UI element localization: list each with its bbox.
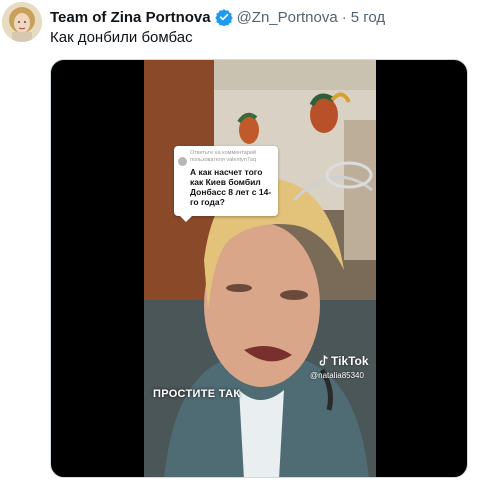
reply-card-tail — [180, 216, 192, 222]
commenter-avatar — [178, 157, 187, 166]
video-caption: ПРОСТИТЕ ТАК — [153, 388, 241, 400]
tiktok-watermark: TikTok — [318, 354, 369, 368]
reply-card: Ответьте на комментарий пользователя val… — [174, 146, 278, 222]
tiktok-logo-icon — [318, 355, 329, 367]
video-frame: Ответьте на комментарий пользователя val… — [144, 60, 376, 477]
reply-meta: Ответьте на комментарий пользователя val… — [190, 150, 257, 163]
author-avatar[interactable] — [2, 2, 42, 42]
tweet-header: Team of Zina Portnova @Zn_Portnova · 5 г… — [50, 6, 385, 28]
video-scene — [144, 60, 376, 477]
video-player[interactable]: Ответьте на комментарий пользователя val… — [50, 59, 468, 478]
author-name[interactable]: Team of Zina Portnova — [50, 9, 211, 26]
verified-badge-icon — [214, 8, 233, 26]
tweet-time[interactable]: 5 год — [351, 9, 385, 26]
author-handle[interactable]: @Zn_Portnova — [237, 9, 338, 26]
separator-dot: · — [341, 8, 347, 26]
tweet-text: Как донбили бомбас — [50, 29, 193, 46]
tiktok-brand: TikTok — [331, 354, 369, 368]
tiktok-handle: @natalia85340 — [310, 371, 364, 380]
reply-question: А как насчет того как Киев бомбил Донбас… — [190, 167, 272, 207]
